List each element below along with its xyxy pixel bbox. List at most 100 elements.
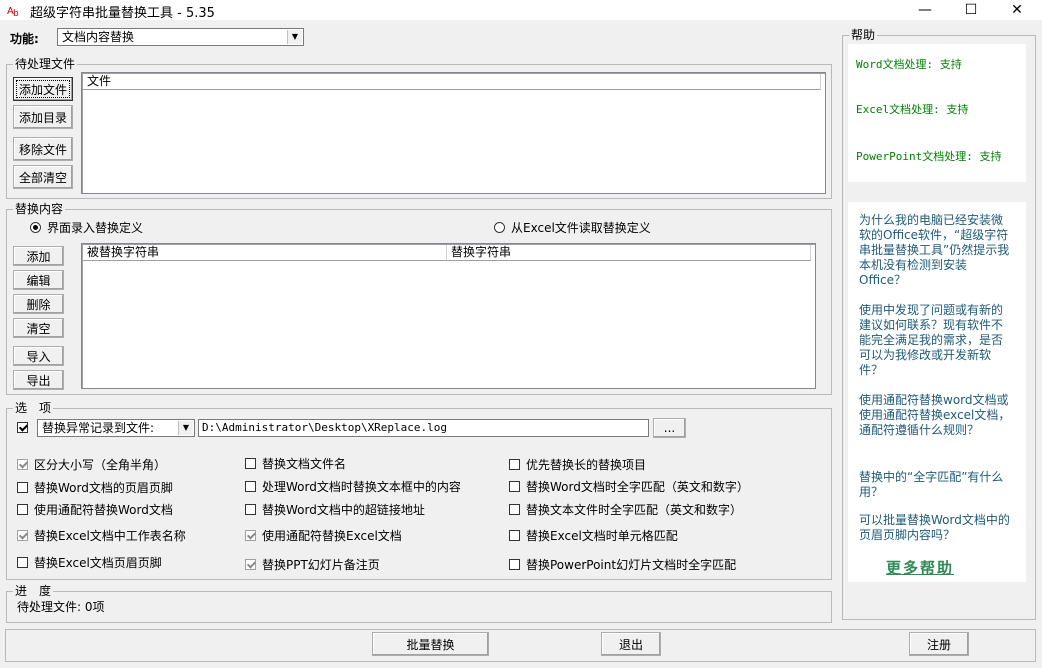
excel-header-label: 替换Excel文档页眉页脚	[34, 556, 162, 570]
text-whole-label: 替换文本文件时全字匹配（英文和数字）	[526, 503, 743, 517]
log-mode-selected: 替换异常记录到文件:	[42, 421, 155, 435]
batch-replace-button[interactable]: 批量替换	[372, 632, 489, 656]
radio-excel-input[interactable]: 从Excel文件读取替换定义	[494, 219, 651, 236]
file-column-header[interactable]: 文件	[83, 74, 821, 90]
progress-group: 进 度	[6, 584, 832, 623]
help-title: 帮助	[849, 28, 878, 42]
register-button[interactable]: 注册	[909, 632, 969, 656]
word-hyperlink-checkbox[interactable]: 替换Word文档中的超链接地址	[245, 501, 425, 518]
add-button[interactable]: 添加	[13, 246, 64, 266]
excel-sheet-checkbox[interactable]: 替换Excel文档中工作表名称	[17, 527, 186, 544]
radio-excel-label: 从Excel文件读取替换定义	[511, 221, 651, 235]
long-first-label: 优先替换长的替换项目	[526, 458, 647, 472]
chevron-down-icon[interactable]: ▼	[178, 421, 193, 435]
case-sensitive-checkbox[interactable]: 区分大小写（全角半角）	[17, 456, 166, 473]
word-wildcard-checkbox[interactable]: 使用通配符替换Word文档	[17, 501, 173, 518]
exit-button[interactable]: 退出	[601, 632, 661, 656]
file-list[interactable]: 文件	[81, 72, 826, 194]
find-column-header[interactable]: 被替换字符串	[83, 245, 447, 261]
pending-files-title: 待处理文件	[13, 57, 78, 71]
function-label: 功能:	[10, 32, 39, 46]
word-header-checkbox[interactable]: 替换Word文档的页眉页脚	[17, 479, 173, 496]
checkbox-box	[17, 482, 28, 493]
radio-dot	[494, 222, 505, 233]
svg-text:b: b	[13, 9, 19, 17]
excel-header-checkbox[interactable]: 替换Excel文档页眉页脚	[17, 554, 162, 571]
rename-file-label: 替换文档文件名	[262, 457, 347, 471]
checkbox-box	[245, 530, 256, 541]
window-title: 超级字符串批量替换工具 - 5.35	[30, 6, 215, 21]
excel-cell-label: 替换Excel文档时单元格匹配	[526, 529, 678, 543]
add-directory-button[interactable]: 添加目录	[13, 105, 73, 129]
faq-whole-word-link[interactable]: 替换中的“全字匹配”有什么用？	[859, 470, 1014, 500]
function-selected: 文档内容替换	[62, 30, 135, 44]
excel-cell-checkbox[interactable]: 替换Excel文档时单元格匹配	[509, 527, 678, 544]
clear-button[interactable]: 清空	[13, 318, 64, 338]
text-whole-checkbox[interactable]: 替换文本文件时全字匹配（英文和数字）	[509, 501, 742, 518]
maximize-button[interactable]: ☐	[948, 0, 994, 20]
excel-sheet-label: 替换Excel文档中工作表名称	[34, 529, 186, 543]
replace-column-header[interactable]: 替换字符串	[447, 245, 811, 261]
word-hyperlink-label: 替换Word文档中的超链接地址	[262, 503, 425, 517]
ppt-notes-checkbox[interactable]: 替换PPT幻灯片备注页	[245, 556, 380, 573]
ppt-support-text: PowerPoint文档处理: 支持	[856, 150, 1002, 163]
help-faq-panel: 为什么我的电脑已经安装微软的Office软件，“超级字符串批量替换工具”仍然提示…	[848, 202, 1026, 582]
clear-all-button[interactable]: 全部清空	[13, 165, 73, 189]
checkbox-box	[245, 559, 256, 570]
checkbox-box	[17, 422, 28, 433]
minimize-button[interactable]: —	[902, 0, 948, 20]
faq-contact-link[interactable]: 使用中发现了问题或有新的建议如何联系？现有软件不能完全满足我的需求，是否可以为我…	[859, 303, 1014, 378]
radio-ui-input[interactable]: 界面录入替换定义	[30, 219, 143, 236]
add-file-button[interactable]: 添加文件	[13, 77, 73, 101]
more-help-link[interactable]: 更多帮助	[886, 557, 954, 578]
delete-button[interactable]: 删除	[13, 294, 64, 314]
faq-office-link[interactable]: 为什么我的电脑已经安装微软的Office软件，“超级字符串批量替换工具”仍然提示…	[859, 213, 1014, 288]
long-first-checkbox[interactable]: 优先替换长的替换项目	[509, 456, 646, 473]
word-textbox-checkbox[interactable]: 处理Word文档时替换文本框中的内容	[245, 478, 461, 495]
app-icon: A b	[7, 6, 19, 17]
bottom-bar	[5, 629, 1036, 662]
excel-wildcard-checkbox[interactable]: 使用通配符替换Excel文档	[245, 527, 402, 544]
checkbox-box	[17, 504, 28, 515]
checkbox-box	[509, 504, 520, 515]
log-mode-select[interactable]: 替换异常记录到文件: ▼	[37, 419, 195, 437]
excel-support-text: Excel文档处理: 支持	[856, 103, 969, 116]
radio-ui-label: 界面录入替换定义	[47, 221, 144, 235]
edit-button[interactable]: 编辑	[13, 270, 64, 290]
export-button[interactable]: 导出	[13, 370, 64, 390]
browse-button[interactable]: ...	[653, 418, 686, 438]
help-support-panel: Word文档处理: 支持 Excel文档处理: 支持 PowerPoint文档处…	[848, 44, 1026, 182]
checkbox-box	[245, 481, 256, 492]
function-select[interactable]: 文档内容替换 ▼	[57, 28, 304, 46]
word-textbox-label: 处理Word文档时替换文本框中的内容	[262, 480, 461, 494]
checkbox-box	[509, 530, 520, 541]
faq-header-link[interactable]: 可以批量替换Word文档中的页眉页脚内容吗？	[859, 513, 1014, 543]
faq-wildcard-link[interactable]: 使用通配符替换word文档或使用通配符替换excel文档，通配符遵循什么规则？	[859, 393, 1014, 438]
log-path-input[interactable]: D:\Administrator\Desktop\XReplace.log	[198, 419, 649, 437]
options-title: 选 项	[13, 401, 54, 415]
checkbox-box	[245, 458, 256, 469]
rename-file-checkbox[interactable]: 替换文档文件名	[245, 455, 346, 472]
checkbox-box	[17, 459, 28, 470]
ppt-whole-checkbox[interactable]: 替换PowerPoint幻灯片文档时全字匹配	[509, 556, 736, 573]
checkbox-box	[509, 559, 520, 570]
checkbox-box	[17, 530, 28, 541]
radio-dot	[30, 222, 41, 233]
progress-status: 待处理文件: 0项	[17, 600, 105, 614]
remove-file-button[interactable]: 移除文件	[13, 137, 73, 161]
checkbox-box	[509, 459, 520, 470]
close-button[interactable]: ✕	[994, 0, 1040, 20]
word-whole-checkbox[interactable]: 替换Word文档时全字匹配（英文和数字）	[509, 478, 749, 495]
replace-content-title: 替换内容	[13, 202, 66, 216]
log-enable-checkbox[interactable]	[17, 422, 34, 433]
chevron-down-icon[interactable]: ▼	[287, 30, 302, 44]
word-support-text: Word文档处理: 支持	[856, 58, 962, 71]
word-wildcard-label: 使用通配符替换Word文档	[34, 503, 173, 517]
import-button[interactable]: 导入	[13, 346, 64, 366]
excel-wildcard-label: 使用通配符替换Excel文档	[262, 529, 402, 543]
ppt-whole-label: 替换PowerPoint幻灯片文档时全字匹配	[526, 558, 737, 572]
case-sensitive-label: 区分大小写（全角半角）	[34, 458, 167, 472]
replace-list[interactable]: 被替换字符串 替换字符串	[81, 243, 816, 389]
title-bar: A b 超级字符串批量替换工具 - 5.35 — ☐ ✕	[0, 0, 1042, 21]
checkbox-box	[17, 557, 28, 568]
